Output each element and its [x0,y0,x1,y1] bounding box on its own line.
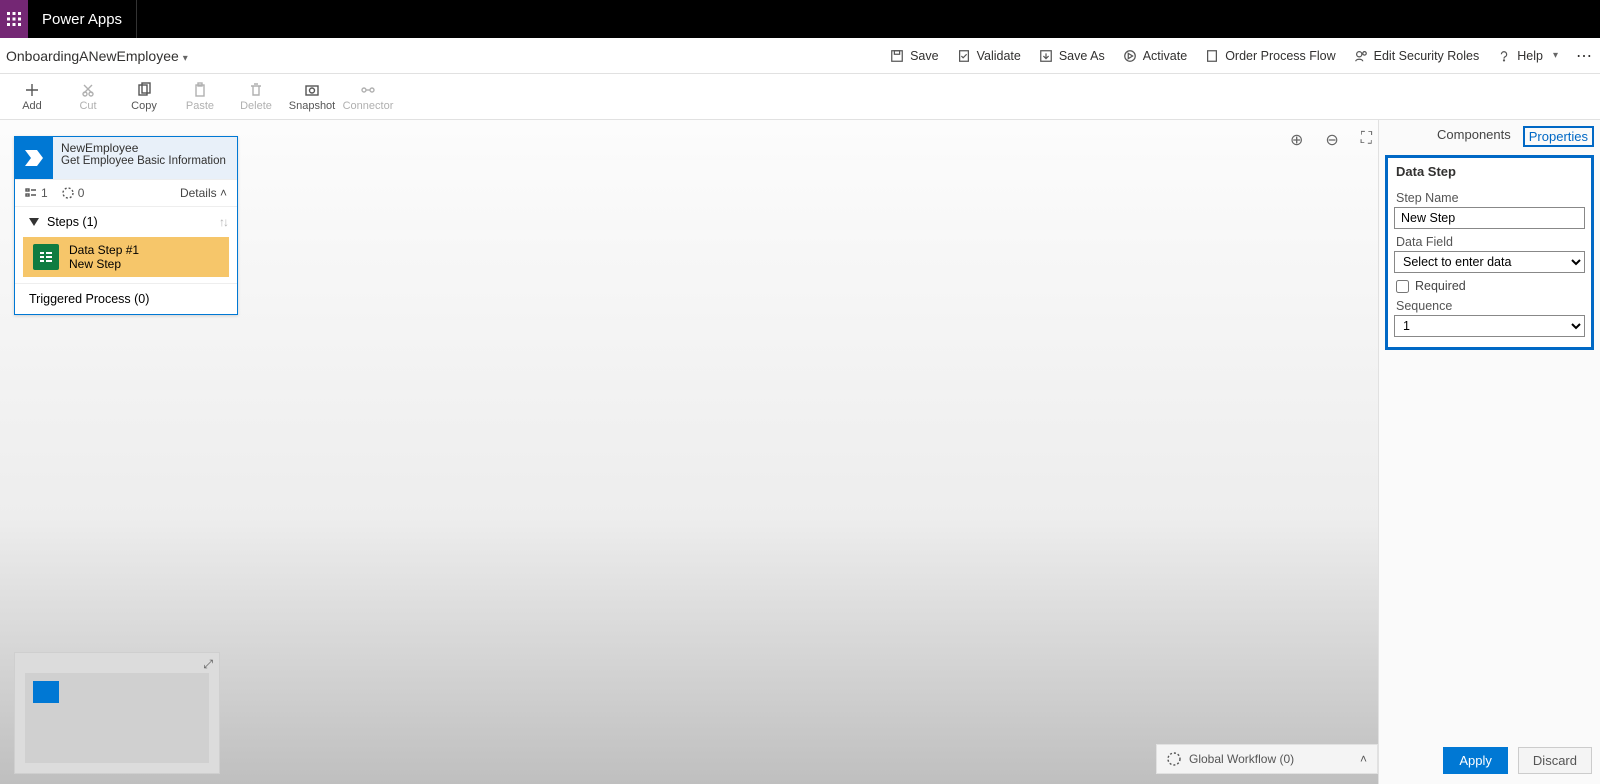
copy-button[interactable]: Copy [116,74,172,119]
add-button[interactable]: Add [4,74,60,119]
activate-button[interactable]: Activate [1123,49,1187,63]
app-title: Power Apps [28,0,137,38]
command-bar: OnboardingANewEmployee▾ Save Validate Sa… [0,38,1600,74]
ribbon: Add Cut Copy Paste Delete Snapshot Conne… [0,74,1600,120]
details-toggle[interactable]: Details ˄ [180,186,227,200]
reorder-arrows-icon[interactable]: ↑↓ [219,215,227,229]
minimap[interactable]: ⤢ [14,652,220,774]
more-button[interactable]: ⋯ [1576,46,1594,66]
snapshot-button[interactable]: Snapshot [284,74,340,119]
chevron-up-icon[interactable]: ˄ [1360,752,1367,766]
discard-button[interactable]: Discard [1518,747,1592,774]
validate-button[interactable]: Validate [957,49,1021,63]
branch-count: 0 [62,186,85,200]
zoom-out-icon[interactable]: ⊖ [1325,130,1338,150]
steps-section[interactable]: Steps (1) ↑↓ [15,206,237,237]
expand-icon[interactable]: ⤢ [203,657,213,672]
zoom-controls: ⊕ ⊖ ⛶ [1290,130,1372,150]
data-field-label: Data Field [1394,229,1585,251]
stage-newemployee[interactable]: NewEmployee Get Employee Basic Informati… [14,136,238,315]
sequence-select[interactable]: 1 [1394,315,1585,337]
connector-button[interactable]: Connector [340,74,396,119]
order-process-flow-button[interactable]: Order Process Flow [1205,49,1335,63]
sequence-label: Sequence [1394,293,1585,315]
app-launcher-icon[interactable] [0,0,28,38]
required-checkbox[interactable]: Required [1394,273,1585,293]
paste-button[interactable]: Paste [172,74,228,119]
data-field-select[interactable]: Select to enter data [1394,251,1585,273]
zoom-in-icon[interactable]: ⊕ [1290,130,1303,150]
save-as-button[interactable]: Save As [1039,49,1105,63]
chevron-up-icon: ˄ [220,186,227,200]
step-name-label: Step Name [1394,185,1585,207]
triggered-process-section[interactable]: Triggered Process (0) [15,283,237,314]
help-button[interactable]: Help▾ [1497,49,1558,63]
chevron-down-icon: ▾ [183,53,188,64]
global-workflow-bar[interactable]: Global Workflow (0) ˄ [1156,744,1378,774]
triangle-icon [29,218,39,226]
cut-button[interactable]: Cut [60,74,116,119]
step-name-input[interactable] [1394,207,1585,229]
tab-components[interactable]: Components [1433,126,1515,147]
stage-header[interactable]: NewEmployee Get Employee Basic Informati… [53,137,237,179]
stage-chevron-icon [15,137,53,179]
required-checkbox-input[interactable] [1396,280,1409,293]
process-name[interactable]: OnboardingANewEmployee▾ [6,48,188,64]
properties-panel: Components Properties Data Step Step Nam… [1378,120,1600,784]
designer-canvas[interactable]: ⊕ ⊖ ⛶ NewEmployee Get Employee Basic Inf… [0,120,1378,784]
edit-security-roles-button[interactable]: Edit Security Roles [1354,49,1480,63]
step-count: 1 [25,186,48,200]
tab-properties[interactable]: Properties [1523,126,1594,147]
chevron-down-icon: ▾ [1553,50,1558,61]
properties-title: Data Step [1394,158,1585,185]
title-bar: Power Apps [0,0,1600,38]
delete-button[interactable]: Delete [228,74,284,119]
apply-button[interactable]: Apply [1443,747,1508,774]
fit-screen-icon[interactable]: ⛶ [1361,130,1372,150]
form-icon [33,244,59,270]
save-button[interactable]: Save [890,49,939,63]
minimap-stage-icon [33,681,59,703]
data-step-1[interactable]: Data Step #1 New Step [23,237,229,277]
